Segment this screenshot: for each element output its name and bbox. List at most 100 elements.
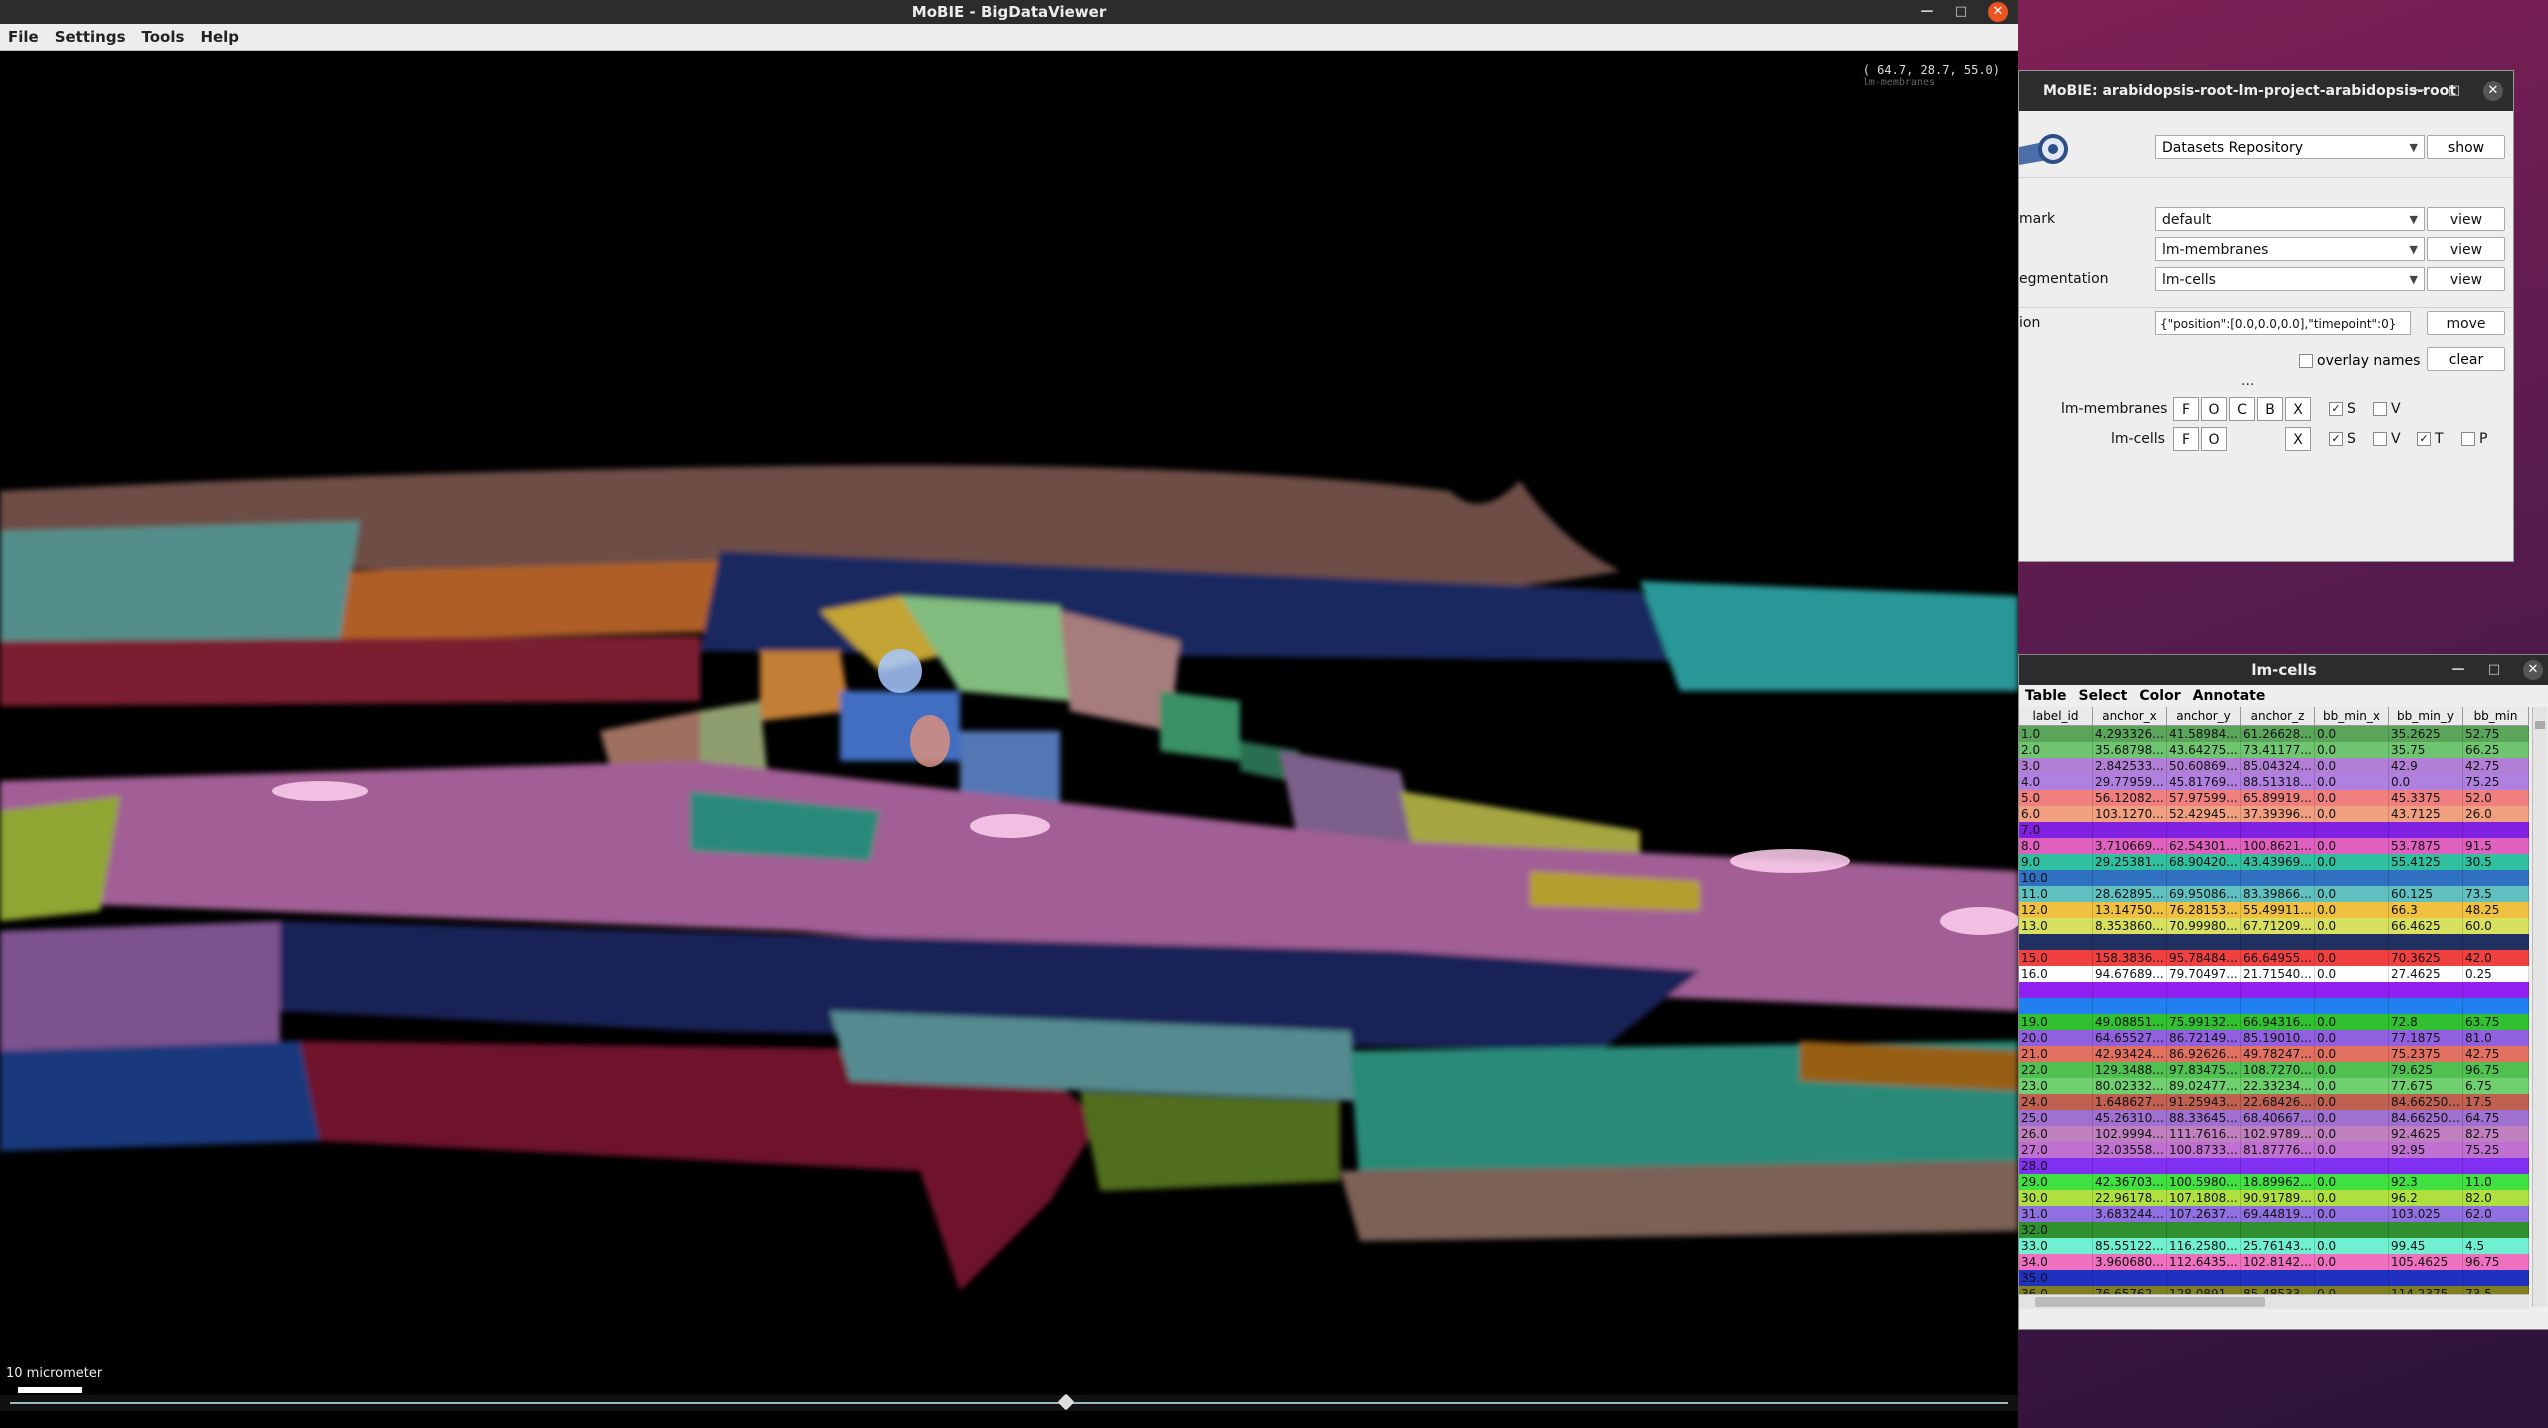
- table-row[interactable]: 23.0 80.02332... 89.02477... 22.33234... 0.0…: [2019, 1078, 2529, 1094]
- table-row[interactable]: 19.0 49.08851... 75.99132... 66.94316... 0.0…: [2019, 1014, 2529, 1030]
- table-row[interactable]: 20.0 64.65527... 86.72149... 85.19010... 0.0…: [2019, 1030, 2529, 1046]
- location-input[interactable]: {"position":[0.0,0.0,0.0],"timepoint":0}: [2155, 311, 2411, 335]
- color-button[interactable]: C: [2229, 397, 2255, 421]
- focus-button[interactable]: F: [2173, 427, 2199, 451]
- clear-button[interactable]: clear: [2427, 347, 2505, 371]
- table-row[interactable]: 9.0 29.25381... 68.90420... 43.43969... 0.0 5…: [2019, 854, 2529, 870]
- table-row[interactable]: [2019, 934, 2529, 950]
- show-button[interactable]: show: [2427, 135, 2505, 159]
- table-row[interactable]: 8.0 3.710669... 62.54301... 100.8621... 0.0 5…: [2019, 838, 2529, 854]
- table-row[interactable]: 28.0: [2019, 1158, 2529, 1174]
- menu-select[interactable]: Select: [2073, 688, 2134, 704]
- menu-tools[interactable]: Tools: [134, 28, 193, 46]
- checkbox-checked[interactable]: ✓: [2417, 432, 2431, 446]
- remove-button[interactable]: X: [2285, 427, 2311, 451]
- image-viewer-canvas[interactable]: ( 64.7, 28.7, 55.0) lm-membranes 10 micr…: [0, 51, 2018, 1411]
- table-row[interactable]: 34.0 3.960680... 112.6435... 102.8142... 0.0…: [2019, 1254, 2529, 1270]
- column-header[interactable]: bb_min_x: [2315, 707, 2389, 725]
- table-row[interactable]: 4.0 29.77959... 45.81769... 88.51318... 0.0 0…: [2019, 774, 2529, 790]
- minimize-icon[interactable]: —: [2411, 71, 2425, 111]
- move-button[interactable]: move: [2427, 311, 2505, 335]
- menu-annotate[interactable]: Annotate: [2187, 688, 2272, 704]
- show-checkbox[interactable]: ✓ S: [2329, 431, 2356, 447]
- menu-color[interactable]: Color: [2133, 688, 2186, 704]
- table-row[interactable]: 2.0 35.68798... 43.64275... 73.41177... 0.0 3…: [2019, 742, 2529, 758]
- table-row[interactable]: 22.0 129.3488... 97.83475... 108.7270... 0.0…: [2019, 1062, 2529, 1078]
- maximize-icon[interactable]: □: [2487, 655, 2501, 685]
- slider-thumb[interactable]: [1057, 1393, 1075, 1411]
- checkbox-box[interactable]: [2373, 402, 2387, 416]
- table-row[interactable]: 32.0: [2019, 1222, 2529, 1238]
- focus-button[interactable]: F: [2173, 397, 2199, 421]
- volume-checkbox[interactable]: V: [2373, 401, 2401, 417]
- column-header[interactable]: anchor_z: [2241, 707, 2315, 725]
- column-header[interactable]: bb_min_y: [2389, 707, 2463, 725]
- opacity-button[interactable]: O: [2201, 427, 2227, 451]
- vertical-scrollbar[interactable]: [2532, 707, 2547, 1307]
- view-image-button[interactable]: view: [2427, 237, 2505, 261]
- checkbox-box[interactable]: [2373, 432, 2387, 446]
- table-row[interactable]: 6.0 103.1270... 52.42945... 37.39396... 0.0 4…: [2019, 806, 2529, 822]
- table-row[interactable]: 35.0: [2019, 1270, 2529, 1286]
- scrollbar-thumb[interactable]: [2035, 1297, 2265, 1307]
- column-header[interactable]: anchor_y: [2167, 707, 2241, 725]
- show-checkbox[interactable]: ✓ S: [2329, 401, 2356, 417]
- menu-file[interactable]: File: [0, 28, 47, 46]
- view-segmentation-button[interactable]: view: [2427, 267, 2505, 291]
- menu-help[interactable]: Help: [192, 28, 247, 46]
- table-row[interactable]: 3.0 2.842533... 50.60869... 85.04324... 0.0 4…: [2019, 758, 2529, 774]
- checkbox-box[interactable]: [2461, 432, 2475, 446]
- table-row[interactable]: 1.0 4.293326... 41.58984... 61.26628... 0.0 3…: [2019, 726, 2529, 742]
- remove-button[interactable]: X: [2285, 397, 2311, 421]
- table-row[interactable]: 7.0: [2019, 822, 2529, 838]
- close-icon[interactable]: ✕: [2483, 81, 2503, 101]
- view-bookmark-button[interactable]: view: [2427, 207, 2505, 231]
- table-row[interactable]: 12.0 13.14750... 76.28153... 55.49911... 0.0…: [2019, 902, 2529, 918]
- column-header[interactable]: anchor_x: [2093, 707, 2167, 725]
- table-row[interactable]: 33.0 85.55122... 116.2580... 25.76143... 0.0…: [2019, 1238, 2529, 1254]
- datasets-select[interactable]: Datasets Repository ▼: [2155, 135, 2425, 159]
- table-row[interactable]: 26.0 102.9994... 111.7616... 102.9789... 0.0…: [2019, 1126, 2529, 1142]
- menu-table[interactable]: Table: [2019, 688, 2073, 704]
- checkbox-box[interactable]: [2299, 354, 2313, 368]
- checkbox-checked[interactable]: ✓: [2329, 432, 2343, 446]
- table-row[interactable]: 29.0 42.36703... 100.5980... 18.89962... 0.0…: [2019, 1174, 2529, 1190]
- column-header[interactable]: bb_min: [2463, 707, 2529, 725]
- table-row[interactable]: 21.0 42.93424... 86.92626... 49.78247... 0.0…: [2019, 1046, 2529, 1062]
- table-checkbox[interactable]: ✓ T: [2417, 431, 2444, 447]
- plot-checkbox[interactable]: P: [2461, 431, 2487, 447]
- splitter-handle[interactable]: ...: [2241, 373, 2254, 389]
- table-row[interactable]: 30.0 22.96178... 107.1808... 90.91789... 0.0…: [2019, 1190, 2529, 1206]
- brightness-button[interactable]: B: [2257, 397, 2283, 421]
- overlay-names-checkbox[interactable]: overlay names: [2299, 353, 2420, 369]
- image-select[interactable]: lm-membranes ▼: [2155, 237, 2425, 261]
- timepoint-slider[interactable]: [0, 1393, 2018, 1411]
- table-row[interactable]: 31.0 3.683244... 107.2637... 69.44819... 0.0…: [2019, 1206, 2529, 1222]
- scrollbar-thumb[interactable]: [2535, 721, 2545, 729]
- horizontal-scrollbar[interactable]: [2019, 1294, 2529, 1309]
- checkbox-checked[interactable]: ✓: [2329, 402, 2343, 416]
- table-row[interactable]: 15.0 158.3836... 95.78484... 66.64955... 0.0…: [2019, 950, 2529, 966]
- data-table[interactable]: label_id anchor_x anchor_y anchor_z bb_min_x…: [2019, 707, 2529, 1307]
- close-icon[interactable]: ✕: [1988, 2, 2008, 22]
- table-row[interactable]: 10.0: [2019, 870, 2529, 886]
- close-icon[interactable]: ✕: [2523, 660, 2543, 680]
- minimize-icon[interactable]: —: [1920, 0, 1934, 24]
- table-row[interactable]: 13.0 8.353860... 70.99980... 67.71209... 0.0…: [2019, 918, 2529, 934]
- column-header[interactable]: label_id: [2019, 707, 2093, 725]
- table-row[interactable]: 24.0 1.648627... 91.25943... 22.68426... 0.0…: [2019, 1094, 2529, 1110]
- bookmark-select[interactable]: default ▼: [2155, 207, 2425, 231]
- maximize-icon[interactable]: □: [1954, 0, 1968, 24]
- table-row[interactable]: [2019, 998, 2529, 1014]
- table-row[interactable]: [2019, 982, 2529, 998]
- table-row[interactable]: 25.0 45.26310... 88.33645... 68.40667... 0.0…: [2019, 1110, 2529, 1126]
- opacity-button[interactable]: O: [2201, 397, 2227, 421]
- table-row[interactable]: 16.0 94.67689... 79.70497... 21.71540... 0.0…: [2019, 966, 2529, 982]
- maximize-icon[interactable]: □: [2447, 71, 2461, 111]
- minimize-icon[interactable]: —: [2451, 655, 2465, 685]
- segmentation-select[interactable]: lm-cells ▼: [2155, 267, 2425, 291]
- table-row[interactable]: 27.0 32.03558... 100.8733... 81.87776... 0.0…: [2019, 1142, 2529, 1158]
- table-row[interactable]: 11.0 28.62895... 69.95086... 83.39866... 0.0…: [2019, 886, 2529, 902]
- volume-checkbox[interactable]: V: [2373, 431, 2401, 447]
- menu-settings[interactable]: Settings: [47, 28, 134, 46]
